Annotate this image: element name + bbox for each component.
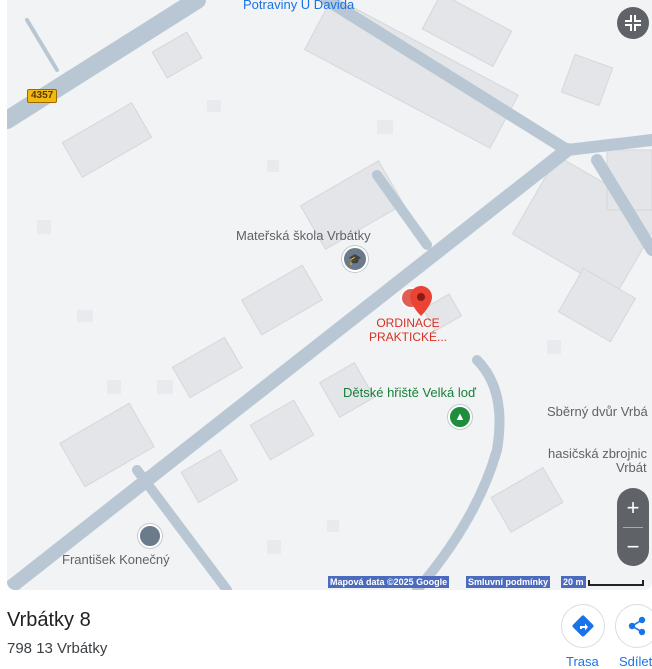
zoom-out-button[interactable]: − <box>627 528 640 566</box>
road-shield: 4357 <box>27 89 58 103</box>
share-button[interactable] <box>615 604 652 648</box>
terms-link[interactable]: Smluvní podmínky <box>466 576 551 588</box>
place-icon[interactable] <box>138 524 162 548</box>
map-data-attribution[interactable]: Mapová data ©2025 Google <box>328 576 450 588</box>
zoom-in-button[interactable]: + <box>627 489 640 527</box>
poi-detske-hriste-label[interactable]: Dětské hřiště Velká loď <box>343 385 476 400</box>
poi-ordinace-line1: ORDINACE <box>376 316 440 330</box>
share-icon <box>628 616 646 636</box>
scale-bar <box>588 580 644 586</box>
directions-label[interactable]: Trasa <box>566 654 599 669</box>
share-label[interactable]: Sdílet <box>619 654 652 669</box>
directions-button[interactable] <box>561 604 605 648</box>
location-pin-icon[interactable] <box>410 286 432 316</box>
place-address: 798 13 Vrbátky <box>7 640 108 657</box>
poi-frantisek-label[interactable]: František Konečný <box>62 552 170 567</box>
collapse-map-button[interactable] <box>617 7 649 39</box>
poi-hasicska-label-2[interactable]: Vrbát <box>616 460 647 475</box>
place-title: Vrbátky 8 <box>7 609 91 631</box>
poi-sberny-dvur-label[interactable]: Sběrný dvůr Vrbá <box>547 404 648 419</box>
directions-icon <box>572 615 594 637</box>
poi-hasicska-label-1[interactable]: hasičská zbrojnic <box>548 446 647 461</box>
poi-ordinace-label[interactable]: ORDINACE PRAKTICKÉ... <box>353 316 463 344</box>
park-icon[interactable]: ▲ <box>448 405 472 429</box>
poi-potraviny-label[interactable]: Potraviny U Davida <box>243 0 354 12</box>
poi-materska-skola-label[interactable]: Mateřská škola Vrbátky <box>236 228 371 243</box>
map-base <box>7 0 652 590</box>
school-icon[interactable]: 🎓 <box>342 246 368 272</box>
map-view[interactable]: 4357 Potraviny U Davida Mateřská škola V… <box>7 0 652 590</box>
scale-label[interactable]: 20 m <box>561 576 586 588</box>
zoom-controls: + − <box>617 488 649 566</box>
collapse-icon <box>625 15 641 31</box>
poi-ordinace-line2: PRAKTICKÉ... <box>368 330 448 344</box>
